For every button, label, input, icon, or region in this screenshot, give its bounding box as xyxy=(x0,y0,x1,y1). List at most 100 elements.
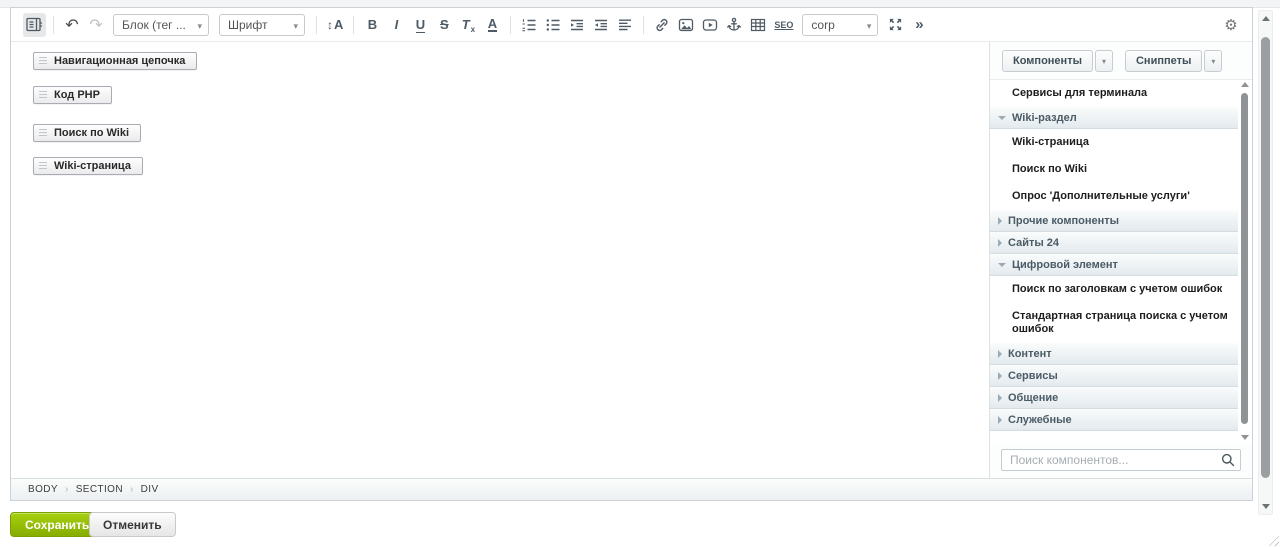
insert-anchor-button[interactable] xyxy=(723,13,745,37)
section-toggle-icon xyxy=(998,263,1006,267)
component-row[interactable]: Опрос 'Дополнительные услуги' xyxy=(990,183,1238,210)
drag-grip-icon[interactable] xyxy=(39,91,47,100)
insert-video-button[interactable] xyxy=(699,13,721,37)
component-row-label: Wiki-раздел xyxy=(1012,112,1077,125)
scroll-up-icon[interactable] xyxy=(1262,16,1270,21)
tab-components-label[interactable]: Компоненты xyxy=(1002,50,1093,72)
component-row[interactable]: Цифровой элемент xyxy=(990,254,1238,276)
toolbar-separator xyxy=(53,16,54,34)
settings-button[interactable]: ⚙ xyxy=(1220,13,1242,37)
component-block[interactable]: Навигационная цепочка xyxy=(33,52,197,70)
component-search-input[interactable] xyxy=(1001,449,1241,471)
block-format-select[interactable]: Блок (тег ... xyxy=(113,14,209,36)
component-row-label: Поиск по Wiki xyxy=(1012,163,1087,175)
insert-table-button[interactable] xyxy=(747,13,769,37)
tab-components-dropdown[interactable] xyxy=(1095,50,1113,72)
scroll-up-icon[interactable] xyxy=(1241,82,1249,87)
insert-link-button[interactable] xyxy=(651,13,673,37)
component-row[interactable]: Контент xyxy=(990,343,1238,365)
drag-grip-icon[interactable] xyxy=(39,57,47,66)
component-row-label: Контент xyxy=(1008,348,1052,361)
scroll-down-icon[interactable] xyxy=(1241,435,1249,440)
component-row[interactable]: Служебные xyxy=(990,409,1238,431)
component-row[interactable]: Wiki-раздел xyxy=(990,107,1238,129)
component-row[interactable]: Поиск по Wiki xyxy=(990,156,1238,183)
clear-format-button[interactable]: Tx xyxy=(457,13,479,37)
component-row[interactable]: Общение xyxy=(990,387,1238,409)
block-format-value: Блок (тег ... xyxy=(122,18,186,32)
template-style-select[interactable]: corp xyxy=(802,14,878,36)
scrollbar-thumb[interactable] xyxy=(1261,37,1270,478)
text-color-icon: A xyxy=(488,17,497,32)
editor-canvas[interactable]: Навигационная цепочка Код PHP Поиск по W… xyxy=(11,42,990,478)
cancel-button[interactable]: Отменить xyxy=(89,512,176,537)
fullscreen-button[interactable] xyxy=(884,13,906,37)
component-block-label: Wiki-страница xyxy=(54,160,131,172)
component-block[interactable]: Код PHP xyxy=(33,86,112,104)
components-panel-icon xyxy=(26,17,43,32)
align-button[interactable] xyxy=(614,13,636,37)
unordered-list-button[interactable] xyxy=(542,13,564,37)
anchor-icon xyxy=(726,17,742,33)
component-row[interactable]: Сервисы xyxy=(990,365,1238,387)
tab-components[interactable]: Компоненты xyxy=(1002,50,1113,72)
clear-format-icon: T xyxy=(462,17,470,32)
components-sidebar: Компоненты Сниппеты Сервисы для терминал… xyxy=(990,42,1252,478)
component-block[interactable]: Wiki-страница xyxy=(33,157,143,175)
font-size-icon: ↕ xyxy=(327,18,333,32)
undo-button[interactable]: ↶ xyxy=(61,13,83,37)
page-scrollbar[interactable] xyxy=(1258,10,1273,515)
bold-button[interactable]: B xyxy=(361,13,383,37)
text-color-button[interactable]: A xyxy=(481,13,503,37)
tab-snippets[interactable]: Сниппеты xyxy=(1125,50,1222,72)
tab-snippets-dropdown[interactable] xyxy=(1204,50,1222,72)
indent-button[interactable] xyxy=(566,13,588,37)
toolbar-separator xyxy=(510,16,511,34)
component-row[interactable]: Стандартная страница поиска с учетом оши… xyxy=(990,303,1238,343)
link-icon xyxy=(654,17,670,33)
drag-grip-icon[interactable] xyxy=(39,129,47,138)
component-row[interactable]: Wiki-страница xyxy=(990,129,1238,156)
component-row-label: Стандартная страница поиска с учетом оши… xyxy=(1012,310,1228,335)
undo-icon: ↶ xyxy=(65,15,78,35)
component-row-label: Общение xyxy=(1008,392,1058,405)
resize-grip-icon[interactable] xyxy=(1266,533,1279,546)
component-row[interactable]: Сервисы для терминала xyxy=(990,80,1238,107)
breadcrumb-item[interactable]: SECTION xyxy=(76,484,134,495)
chevron-down-icon xyxy=(197,18,202,32)
gear-icon: ⚙ xyxy=(1224,16,1237,34)
component-block[interactable]: Поиск по Wiki xyxy=(33,124,141,142)
section-toggle-icon xyxy=(998,217,1002,225)
tab-snippets-label[interactable]: Сниппеты xyxy=(1125,50,1202,72)
breadcrumb-item[interactable]: DIV xyxy=(141,484,166,495)
underline-icon: U xyxy=(416,17,425,33)
strikethrough-button[interactable]: S xyxy=(433,13,455,37)
fullscreen-icon xyxy=(888,17,903,32)
italic-button[interactable]: I xyxy=(385,13,407,37)
tag-breadcrumb: BODY SECTION DIV xyxy=(11,478,1252,500)
section-toggle-icon xyxy=(998,116,1006,120)
font-value: Шрифт xyxy=(228,18,267,32)
align-left-icon xyxy=(617,17,633,33)
components-list-scrollbar[interactable] xyxy=(1240,82,1249,440)
drag-grip-icon[interactable] xyxy=(39,162,47,171)
components-panel-toggle-button[interactable] xyxy=(23,13,46,37)
redo-button[interactable]: ↷ xyxy=(85,13,107,37)
insert-image-button[interactable] xyxy=(675,13,697,37)
ordered-list-button[interactable] xyxy=(518,13,540,37)
component-row[interactable]: Сайты 24 xyxy=(990,232,1238,254)
seo-button[interactable]: SEO xyxy=(771,13,796,37)
component-row[interactable]: Поиск по заголовкам с учетом ошибок xyxy=(990,276,1238,303)
font-select[interactable]: Шрифт xyxy=(219,14,305,36)
font-size-button[interactable]: ↕A xyxy=(324,13,346,37)
scrollbar-thumb[interactable] xyxy=(1241,93,1248,424)
underline-button[interactable]: U xyxy=(409,13,431,37)
bold-icon: B xyxy=(368,17,377,32)
seo-icon: SEO xyxy=(774,20,793,30)
component-row[interactable]: Прочие компоненты xyxy=(990,210,1238,232)
more-tools-button[interactable]: » xyxy=(908,13,930,37)
italic-icon: I xyxy=(395,17,399,32)
breadcrumb-item[interactable]: BODY xyxy=(28,484,69,495)
scroll-down-icon[interactable] xyxy=(1262,504,1270,509)
outdent-button[interactable] xyxy=(590,13,612,37)
